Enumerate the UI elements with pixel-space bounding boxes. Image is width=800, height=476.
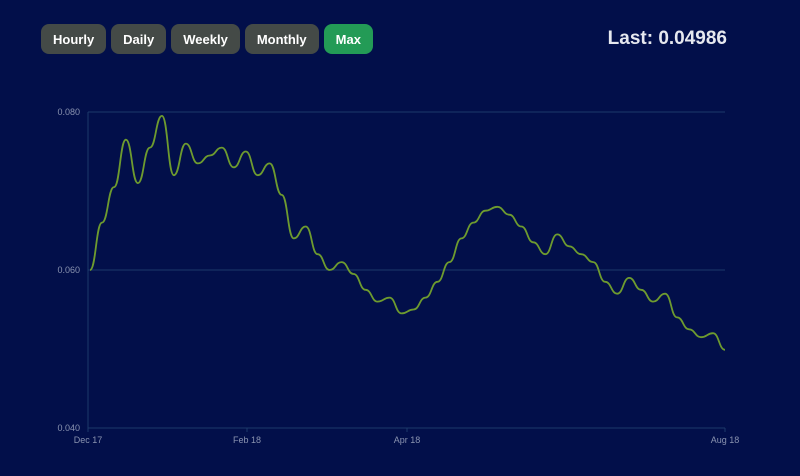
y-tick-label: 0.080 xyxy=(57,107,80,117)
price-chart: 0.040 0.060 0.080 Dec 17 Feb 18 Apr 18 Aug 18 xyxy=(57,107,740,445)
y-tick-label: 0.060 xyxy=(57,265,80,275)
y-tick-label: 0.040 xyxy=(57,423,80,433)
x-tick-label: Dec 17 xyxy=(74,435,103,445)
x-tick-label: Feb 18 xyxy=(233,435,261,445)
price-series-line xyxy=(89,115,726,351)
x-tick-label: Aug 18 xyxy=(711,435,740,445)
x-tick-label: Apr 18 xyxy=(394,435,421,445)
